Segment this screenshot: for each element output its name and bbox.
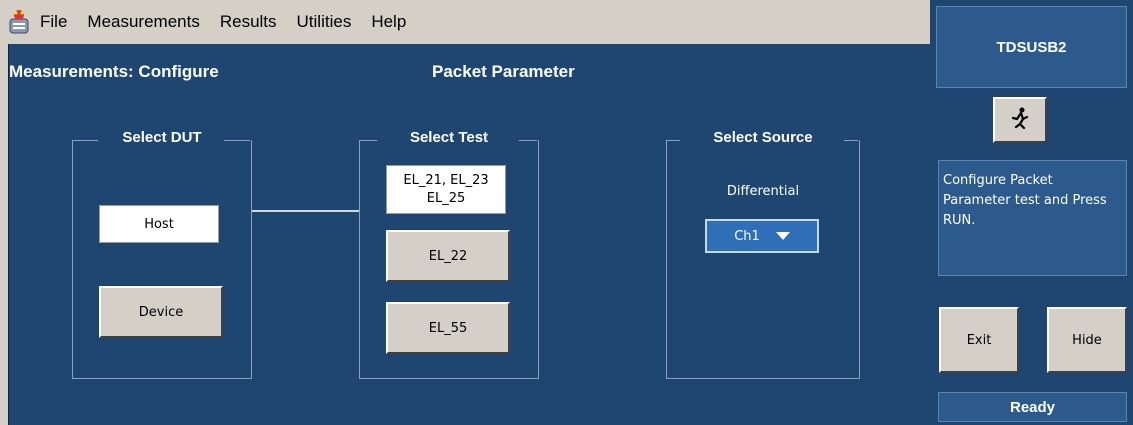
channel-value: Ch1: [734, 228, 760, 244]
menu-help[interactable]: Help: [371, 12, 406, 32]
select-source-legend: Select Source: [707, 129, 819, 146]
select-source-group: Select Source Differential Ch1: [666, 129, 860, 379]
app-name-label: TDSUSB2: [936, 6, 1127, 88]
menu-file[interactable]: File: [40, 12, 67, 32]
channel-dropdown[interactable]: Ch1: [705, 219, 819, 253]
dut-test-connector: [252, 210, 359, 212]
el55-button[interactable]: EL_55: [386, 302, 510, 354]
host-button[interactable]: Host: [99, 205, 219, 243]
chevron-down-icon: [775, 232, 790, 240]
window-edge: [0, 44, 8, 425]
configure-panel: Measurements: Configure Packet Parameter…: [8, 44, 931, 425]
differential-label: Differential: [726, 184, 800, 199]
running-man-icon: [1010, 107, 1030, 133]
select-test-group: Select Test EL_21, EL_23 EL_25 EL_22 EL_…: [359, 129, 539, 379]
test-title: Packet Parameter: [432, 62, 575, 81]
menu-utilities[interactable]: Utilities: [297, 12, 352, 32]
hide-button[interactable]: Hide: [1047, 307, 1127, 373]
menu-bar: File Measurements Results Utilities Help: [0, 0, 930, 44]
select-dut-legend: Select DUT: [116, 129, 208, 146]
el22-button[interactable]: EL_22: [386, 230, 510, 282]
select-test-legend: Select Test: [403, 129, 495, 146]
el21-line2: EL_25: [426, 190, 466, 206]
select-dut-group: Select DUT Host Device: [72, 129, 252, 379]
status-label: Ready: [938, 392, 1127, 422]
run-button[interactable]: [993, 97, 1047, 143]
menu-measurements[interactable]: Measurements: [87, 12, 199, 32]
exit-button[interactable]: Exit: [939, 307, 1019, 373]
app-logo-icon[interactable]: [8, 9, 30, 35]
side-panel: TDSUSB2 Configure Packet Parameter test …: [930, 0, 1133, 425]
menu-results[interactable]: Results: [220, 12, 277, 32]
el21-line1: EL_21, EL_23: [403, 172, 489, 188]
section-title: Measurements: Configure: [9, 62, 219, 81]
el21-el23-el25-button[interactable]: EL_21, EL_23 EL_25: [386, 165, 506, 214]
info-message: Configure Packet Parameter test and Pres…: [938, 160, 1127, 276]
device-button[interactable]: Device: [99, 286, 223, 338]
